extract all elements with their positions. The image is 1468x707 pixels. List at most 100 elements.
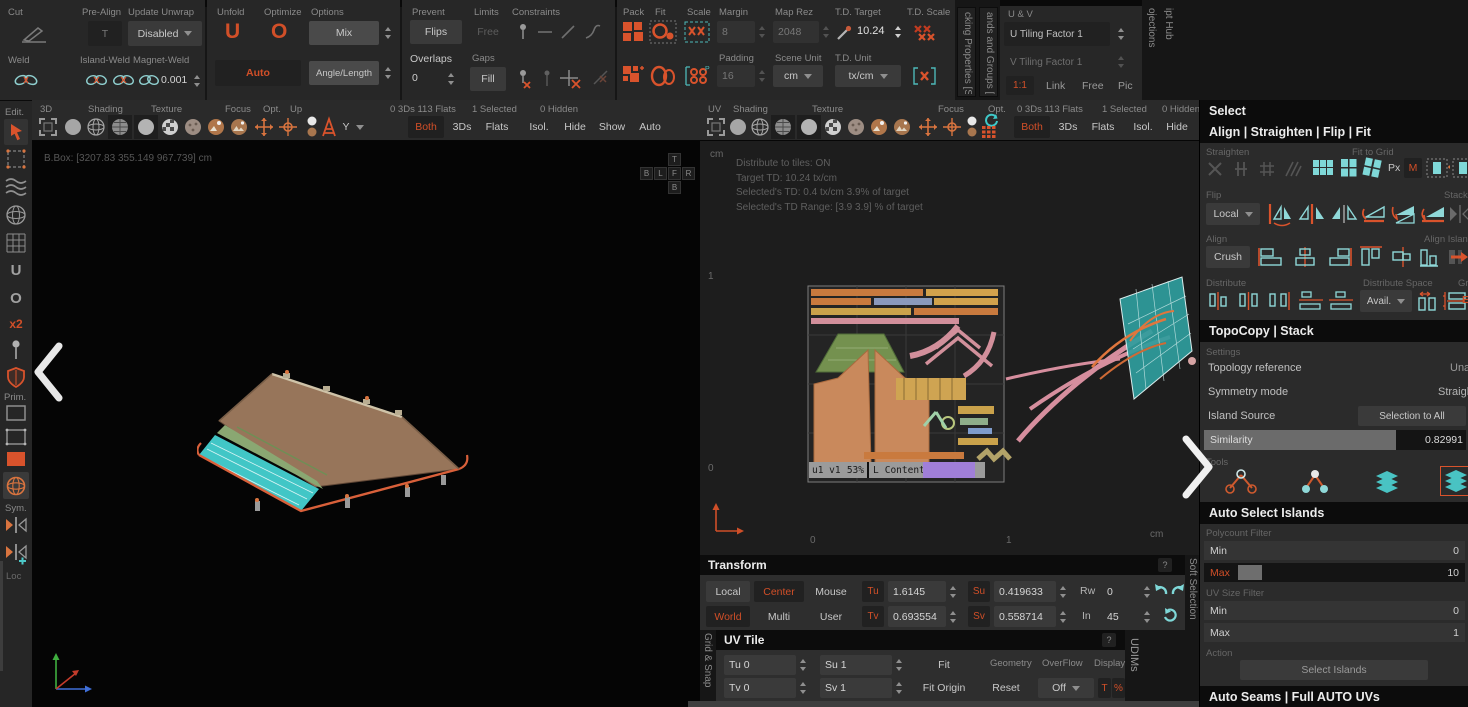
fill-button[interactable]: Fill (470, 67, 506, 91)
space-h-icon[interactable] (1416, 290, 1440, 312)
dist-v1-icon[interactable] (1298, 290, 1324, 312)
isolate-button[interactable]: Isol. (522, 116, 556, 138)
su-input[interactable]: 0.419633 (994, 581, 1056, 602)
px-button[interactable]: Px (1388, 162, 1400, 174)
flip-u-icon[interactable] (1266, 201, 1294, 227)
tab-projections[interactable]: ojections (1146, 8, 1157, 94)
polycount-min-row[interactable]: Min0 (1204, 541, 1465, 560)
marquee-select-icon[interactable] (5, 148, 27, 170)
symmetry-add-icon[interactable] (4, 542, 28, 566)
focus-selection-icon[interactable] (918, 117, 938, 137)
texture-none-icon[interactable] (134, 115, 158, 139)
tile-tv-spinner[interactable] (798, 678, 808, 698)
viewport-3d-canvas[interactable]: B.Box: [3207.83 355.149 967.739] cm T B … (32, 141, 700, 707)
shading-wire-icon[interactable] (87, 118, 105, 136)
select-section-header[interactable]: Select (1200, 100, 1468, 121)
u-tiling-field[interactable]: U Tiling Factor 1 (1004, 22, 1110, 46)
align-bottom-icon[interactable] (1418, 244, 1440, 270)
crush-button[interactable]: Crush (1206, 246, 1250, 268)
shading-flat-icon[interactable] (64, 118, 82, 136)
pivot-mouse-button[interactable]: Mouse (808, 581, 854, 602)
transform-header[interactable]: Transform (700, 555, 1185, 575)
margin-spinner[interactable] (757, 21, 767, 43)
stack-flip-icon[interactable] (1448, 201, 1468, 227)
align-left-icon[interactable] (1256, 246, 1286, 268)
pack-similar-icon[interactable]: P (683, 64, 711, 88)
texture-dots-icon[interactable] (184, 118, 202, 136)
unfold-mode-dropdown[interactable]: Mix (309, 21, 379, 45)
edge-constraint-icon[interactable] (536, 28, 554, 36)
uvsize-min-row[interactable]: Min0 (1204, 601, 1465, 620)
sv-input[interactable]: 0.558714 (994, 606, 1056, 627)
straighten-slash-icon[interactable] (1284, 160, 1302, 178)
optimize-tool-icon[interactable]: O (4, 286, 28, 310)
tdtarget-spinner[interactable] (893, 21, 903, 43)
tile-reset-button[interactable]: Reset (984, 678, 1028, 698)
align-top-icon[interactable] (1358, 244, 1384, 270)
island-weld-icon[interactable] (84, 70, 110, 90)
overlaps-value[interactable]: 0 (412, 72, 418, 84)
tile-sv-field[interactable]: Sv 1 (820, 678, 892, 698)
viewcube-right[interactable]: R (682, 167, 695, 180)
tdtarget-value[interactable]: 10.24 (857, 25, 885, 37)
hide-button[interactable]: Hide (558, 116, 592, 138)
distribute-space-dropdown[interactable]: Avail. (1360, 290, 1412, 312)
diagonal-delete-icon[interactable] (592, 68, 610, 86)
flip-local-icon[interactable] (1330, 201, 1358, 227)
mix-spinner[interactable] (383, 22, 393, 44)
hide-button[interactable]: Hide (1160, 116, 1194, 138)
cut-brush-icon[interactable] (20, 22, 50, 44)
pin-constraint-icon[interactable] (514, 22, 532, 42)
opt-spheres-icon[interactable] (966, 115, 978, 139)
fit-grid-icon[interactable] (1426, 158, 1450, 178)
curve-constraint-icon[interactable] (584, 24, 602, 40)
island-weld-alt-icon[interactable] (111, 70, 137, 90)
show-button[interactable]: Show (594, 116, 630, 138)
flip-arc-icon[interactable] (1360, 201, 1388, 227)
flip-rotate-icon[interactable] (1418, 201, 1446, 227)
panel-collapse-left-chevron[interactable] (32, 341, 66, 403)
pin-delete-icon[interactable] (514, 68, 534, 90)
update-unwrap-dropdown[interactable]: Disabled (128, 21, 202, 46)
rw-spinner[interactable] (1142, 581, 1152, 602)
tv-input[interactable]: 0.693554 (888, 606, 946, 627)
texture-none-icon[interactable] (797, 115, 821, 139)
filter-both-button[interactable]: Both (1014, 116, 1050, 138)
sv-spinner[interactable] (1058, 606, 1068, 627)
filter-3ds-button[interactable]: 3Ds (446, 116, 478, 138)
tab-islands-groups[interactable]: ands and Groups [ (979, 7, 998, 97)
uvsize-max-row[interactable]: Max1 (1204, 623, 1465, 642)
pack-scale-icon[interactable] (683, 20, 711, 44)
tile-tu-field[interactable]: Tu 0 (724, 655, 796, 675)
pack-ellipse-icon[interactable] (649, 64, 677, 88)
diagonal-constraint-icon[interactable] (560, 24, 576, 40)
overflow-dropdown[interactable]: Off (1038, 678, 1094, 698)
repeat-icon[interactable] (1162, 607, 1177, 622)
rect2-primitive-icon[interactable] (5, 427, 27, 447)
brush-flag-icon[interactable] (4, 174, 28, 198)
dist-h1-icon[interactable] (1208, 290, 1232, 312)
tab-soft-selection[interactable]: Soft Selection (1187, 558, 1198, 630)
ratio-1-1-button[interactable]: 1:1 (1006, 76, 1034, 95)
v-tiling-field[interactable]: V Tiling Factor 1 (1004, 50, 1110, 74)
select-arrow-icon[interactable] (4, 119, 28, 145)
grid-deform-icon[interactable] (4, 231, 28, 255)
opt-gantry-icon[interactable] (320, 115, 338, 139)
margin-input[interactable]: 8 (717, 21, 755, 43)
maprez-spinner[interactable] (821, 21, 831, 43)
transform-help-button[interactable]: ? (1158, 558, 1172, 572)
tab-udims[interactable]: UDIMs (1128, 638, 1140, 702)
tile-tv-field[interactable]: Tv 0 (724, 678, 796, 698)
focus-selection-icon[interactable] (254, 117, 274, 137)
overlaps-spinner[interactable] (446, 68, 456, 90)
straighten-v-icon[interactable] (1232, 160, 1250, 178)
dist-h3-icon[interactable] (1268, 290, 1292, 312)
texture-image2-icon[interactable] (230, 118, 248, 136)
shield-protect-icon[interactable] (4, 366, 28, 390)
align-section-header[interactable]: Align | Straighten | Flip | Fit (1200, 121, 1468, 143)
sv-chip[interactable]: Sv (968, 606, 990, 627)
frame-all-icon[interactable] (706, 117, 726, 137)
tile-fit-button[interactable]: Fit (916, 655, 972, 675)
viewcube-bottom[interactable]: B (668, 181, 681, 194)
display-t-button[interactable]: T (1098, 678, 1111, 698)
